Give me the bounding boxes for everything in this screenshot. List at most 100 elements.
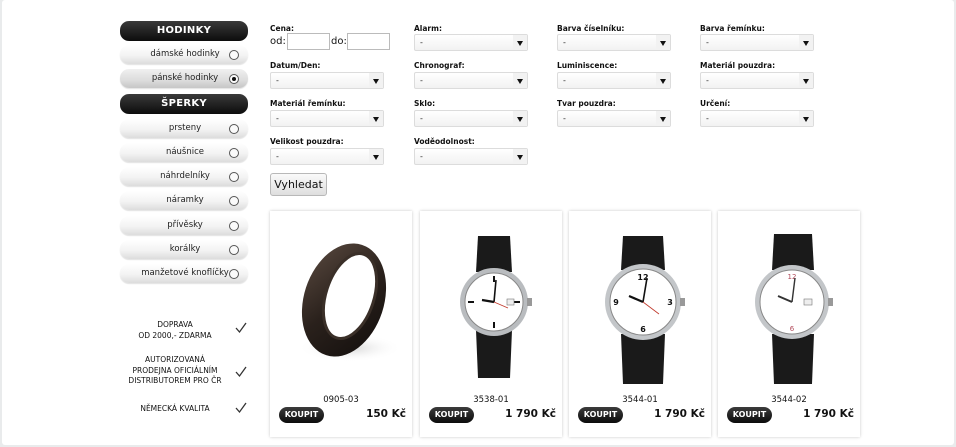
sidebar-item-bracelets[interactable]: náramky [120, 191, 248, 210]
select-value: - [706, 38, 709, 47]
case-material-select[interactable]: - [700, 72, 814, 89]
dropdown-arrow-icon [656, 73, 670, 88]
filter-label-strap-material: Materiál řemínku: [270, 99, 346, 108]
sidebar-item-rings[interactable]: prsteny [120, 119, 248, 138]
product-code[interactable]: 3544-02 [718, 395, 860, 405]
benefit-text: AUTORIZOVANÁ [145, 355, 205, 364]
product-code[interactable]: 3544-01 [569, 395, 711, 405]
buy-button[interactable]: KOUPIT [429, 407, 474, 423]
product-card[interactable]: 12 6 93 3544-01 KOUPIT 1 790 Kč [569, 211, 711, 437]
product-image-watch[interactable] [430, 216, 552, 388]
dropdown-arrow-icon [656, 111, 670, 126]
product-image-watch[interactable]: 126 [728, 216, 850, 388]
price-from-label: od: [270, 36, 286, 47]
sidebar-item-label: korálky [169, 244, 201, 254]
buy-button[interactable]: KOUPIT [578, 407, 623, 423]
buy-button[interactable]: KOUPIT [727, 407, 772, 423]
product-price: 150 Kč [366, 408, 406, 420]
dropdown-arrow-icon [799, 111, 813, 126]
water-resistance-select[interactable]: - [414, 148, 528, 165]
sidebar-item-womens-watches[interactable]: dámské hodinky [120, 45, 248, 64]
benefit-text: DOPRAVA [157, 320, 193, 329]
dropdown-arrow-icon [799, 35, 813, 50]
sidebar-item-cufflinks[interactable]: manžetové knoflíčky [120, 264, 248, 283]
category-header-jewelry[interactable]: ŠPERKY [120, 94, 248, 114]
filter-label-case-material: Materiál pouzdra: [700, 61, 776, 70]
glass-select[interactable]: - [414, 110, 528, 127]
radio-icon [229, 196, 239, 206]
sidebar-item-earrings[interactable]: náušnice [120, 143, 248, 162]
product-card[interactable]: 12 6 3544-02 KOUPIT 1 790 Kč [718, 211, 860, 437]
category-header-watches[interactable]: HODINKY [120, 21, 248, 41]
filter-label-luminescence: Luminiscence: [557, 61, 618, 70]
svg-text:6: 6 [790, 325, 795, 333]
radio-selected-icon [229, 74, 239, 84]
filter-label-date-day: Datum/Den: [270, 61, 321, 70]
strap-material-select[interactable]: - [270, 110, 384, 127]
select-value: - [563, 76, 566, 85]
dial-color-select[interactable]: - [557, 34, 671, 51]
select-value: - [276, 76, 279, 85]
chronograph-select[interactable]: - [414, 72, 528, 89]
price-to-label: do: [331, 36, 347, 47]
sidebar-item-label: přívěsky [167, 220, 203, 230]
sidebar-item-label: pánské hodinky [151, 73, 219, 83]
price-from-input[interactable] [287, 33, 330, 50]
checkmark-icon [235, 402, 247, 414]
case-size-select[interactable]: - [270, 148, 384, 165]
search-button[interactable]: Vyhledat [270, 173, 327, 196]
product-image-watch[interactable]: 126 93 [579, 216, 701, 388]
sidebar-item-beads[interactable]: korálky [120, 240, 248, 259]
product-card[interactable]: 3538-01 KOUPIT 1 790 Kč [420, 211, 562, 437]
case-shape-select[interactable]: - [557, 110, 671, 127]
filter-label-case-shape: Tvar pouzdra: [557, 99, 616, 108]
filter-label-alarm: Alarm: [414, 24, 442, 33]
select-value: - [420, 114, 423, 123]
dropdown-arrow-icon [513, 111, 527, 126]
radio-icon [229, 269, 239, 279]
date-day-select[interactable]: - [270, 72, 384, 89]
product-image-ring[interactable] [280, 216, 402, 388]
checkmark-icon [235, 322, 247, 334]
sidebar-item-label: náramky [166, 195, 204, 205]
purpose-select[interactable]: - [700, 110, 814, 127]
luminescence-select[interactable]: - [557, 72, 671, 89]
svg-text:3: 3 [667, 298, 673, 307]
svg-text:6: 6 [640, 325, 646, 334]
select-value: - [276, 114, 279, 123]
sidebar-item-necklaces[interactable]: náhrdelníky [120, 167, 248, 186]
filter-label-water-resistance: Voděodolnost: [414, 137, 475, 146]
product-card[interactable]: 0905-03 KOUPIT 150 Kč [270, 211, 412, 437]
dropdown-arrow-icon [513, 73, 527, 88]
select-value: - [706, 76, 709, 85]
sidebar-item-pendants[interactable]: přívěsky [120, 216, 248, 235]
benefit-text: PRODEJNA OFICIÁLNÍM [132, 365, 218, 375]
strap-color-select[interactable]: - [700, 34, 814, 51]
sidebar-item-label: náušnice [165, 147, 205, 157]
dropdown-arrow-icon [513, 35, 527, 50]
filter-label-chronograph: Chronograf: [414, 61, 465, 70]
sidebar-item-label: prsteny [168, 123, 202, 133]
product-code[interactable]: 0905-03 [270, 395, 412, 405]
price-to-input[interactable] [347, 33, 390, 50]
filter-label-dial-color: Barva číselníku: [557, 24, 625, 33]
dropdown-arrow-icon [369, 73, 383, 88]
filter-label-strap-color: Barva řemínku: [700, 24, 765, 33]
select-value: - [563, 38, 566, 47]
product-price: 1 790 Kč [803, 408, 854, 420]
benefit-german-quality: NĚMECKÁ KVALITA [120, 404, 230, 415]
dropdown-arrow-icon [513, 149, 527, 164]
dropdown-arrow-icon [369, 111, 383, 126]
select-value: - [420, 76, 423, 85]
alarm-select[interactable]: - [414, 34, 528, 51]
benefit-text: DISTRIBUTOREM PRO ČR [128, 376, 222, 385]
radio-icon [229, 148, 239, 158]
filter-label-glass: Sklo: [414, 99, 436, 108]
sidebar-item-mens-watches[interactable]: pánské hodinky [120, 69, 248, 88]
radio-icon [229, 50, 239, 60]
product-code[interactable]: 3538-01 [420, 395, 562, 405]
benefit-free-shipping: DOPRAVA OD 2000,- ZDARMA [120, 320, 230, 341]
select-value: - [420, 152, 423, 161]
buy-button[interactable]: KOUPIT [279, 407, 324, 423]
sidebar-item-label: náhrdelníky [160, 171, 210, 181]
